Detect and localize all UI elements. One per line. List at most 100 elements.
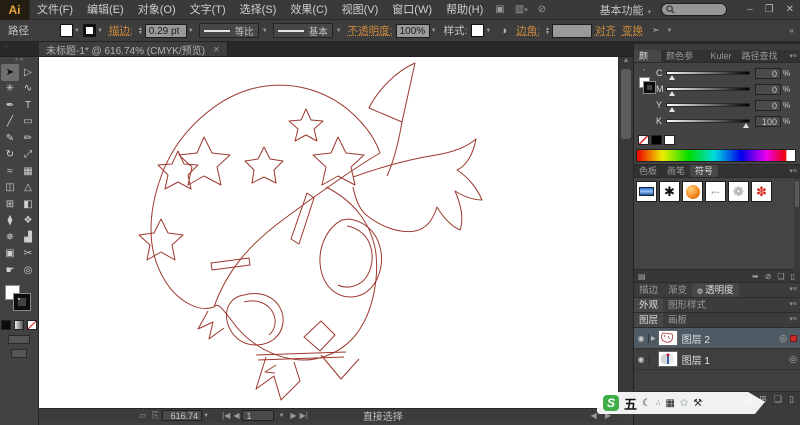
swatch-black[interactable] [651, 135, 662, 145]
tool-mesh[interactable]: ⊞ [1, 196, 19, 213]
tab-artboards[interactable]: 画板 [663, 313, 692, 327]
fill-caret-icon[interactable]: ▼ [74, 28, 80, 34]
width-profile-caret-icon[interactable]: ▼ [262, 28, 268, 34]
menu-type[interactable]: 文字(T) [183, 0, 233, 20]
slider-track[interactable] [666, 103, 750, 112]
slider-thumb[interactable] [669, 91, 675, 96]
artboard-first-icon[interactable]: |◀ [222, 411, 230, 420]
layer-name[interactable]: 图层 2 [682, 331, 710, 346]
break-link-icon[interactable]: ⊘ [765, 272, 772, 281]
layer-row-1[interactable]: ◉ ▶ 图层 1 ◎ [634, 349, 800, 370]
target-circle-icon[interactable]: ◎ [779, 333, 787, 344]
menu-file[interactable]: 文件(F) [30, 0, 80, 20]
slider-thumb[interactable] [743, 123, 749, 128]
vertical-scrollbar[interactable]: ▲ ▼ [618, 57, 633, 408]
symbol-thumb-splatter[interactable]: ✱ [659, 181, 680, 202]
tab-pathfinder[interactable]: 路径查找器 [737, 50, 790, 74]
delete-symbol-icon[interactable]: ▯ [791, 272, 795, 281]
slider-value-field[interactable]: 100 [755, 115, 781, 127]
slider-value-field[interactable]: 0 [755, 67, 781, 79]
artboard-canvas[interactable] [39, 57, 618, 408]
tab-brushes[interactable]: 画笔 [662, 165, 690, 177]
slider-value-field[interactable]: 0 [755, 99, 781, 111]
controlbar-collapse-icon[interactable]: « [790, 26, 794, 35]
tool-magic-wand[interactable]: ✳ [1, 81, 19, 98]
tool-line-segment[interactable]: ╱ [1, 114, 19, 131]
symbols-panel-menu-icon[interactable]: ▾≡ [789, 165, 800, 177]
stroke-weight-caret-icon[interactable]: ▼ [188, 28, 194, 34]
slider-thumb[interactable] [669, 107, 675, 112]
tool-paintbrush[interactable]: ✎ [1, 130, 19, 147]
tool-hand[interactable]: ☛ [1, 262, 19, 279]
minimize-button[interactable]: – [747, 4, 753, 15]
tool-gradient[interactable]: ◧ [19, 196, 37, 213]
tab-layers[interactable]: 图层 [634, 313, 664, 327]
tool-type[interactable]: T [19, 97, 37, 114]
symbol-thumb-scroll[interactable]: ⌐- [705, 181, 726, 202]
tools-panel-grip-icon[interactable]: ∗∗ [0, 57, 38, 64]
select-similar-icon[interactable]: ➣ [652, 25, 660, 36]
slider-track[interactable] [666, 119, 750, 128]
zoom-level-field[interactable]: 616.74 [162, 410, 203, 421]
color-spectrum-bar[interactable] [636, 149, 796, 162]
expand-triangle-icon[interactable]: ▶ [651, 335, 656, 342]
brush-caret-icon[interactable]: ▼ [336, 28, 342, 34]
transform-link[interactable]: 变换 [622, 23, 643, 38]
stroke-caret-icon[interactable]: ▼ [97, 28, 103, 34]
zoom-caret-icon[interactable]: ▼ [203, 413, 209, 419]
opacity-caret-icon[interactable]: ▼ [431, 28, 437, 34]
tool-rotate[interactable]: ↻ [1, 147, 19, 164]
stroke-weight-field[interactable]: 0.29 pt [144, 23, 187, 38]
opacity-field[interactable]: 100% [395, 23, 430, 38]
document-tab[interactable]: 未标题-1* @ 616.74% (CMYK/预览) ✕ [39, 42, 228, 57]
row2-menu-icon[interactable]: ▾≡ [789, 298, 800, 312]
artboard-number-field[interactable]: 1 [242, 410, 275, 421]
tab-color-guide[interactable]: 颜色参考 [661, 50, 705, 74]
opacity-panel-link[interactable]: 不透明度: [348, 23, 393, 38]
visibility-eye-icon[interactable]: ◉ [634, 333, 649, 343]
swatch-none[interactable] [638, 135, 649, 145]
tab-symbols[interactable]: 符号 [690, 165, 719, 177]
stroke-panel-link[interactable]: 描边: [109, 23, 133, 38]
vertical-scroll-thumb[interactable] [621, 69, 631, 139]
artboard-last-icon[interactable]: ▶| [300, 411, 308, 420]
arrange-documents-icon[interactable]: ▥▾ [515, 4, 528, 15]
artboard-prev-icon[interactable]: ◀ [233, 411, 239, 420]
symbol-thumb-flower[interactable]: ✽ [751, 181, 772, 202]
stroke-proxy-swatch[interactable] [13, 292, 31, 311]
menu-edit[interactable]: 编辑(E) [80, 0, 131, 20]
layer-name[interactable]: 图层 1 [682, 352, 710, 367]
tool-free-transform[interactable]: ▦ [19, 163, 37, 180]
stroke-weight-stepper[interactable]: ▲ ▼ [138, 26, 143, 35]
tab-kuler[interactable]: Kuler [705, 50, 736, 62]
none-mode-button[interactable] [27, 319, 37, 330]
tool-artboard[interactable]: ▣ [1, 246, 19, 263]
tool-slice[interactable]: ✂ [19, 246, 37, 263]
gradient-mode-button[interactable] [14, 319, 24, 330]
row1-menu-icon[interactable]: ▾≡ [789, 283, 800, 297]
status-share-icon[interactable]: ⎘ [152, 410, 159, 421]
cs-live-icon[interactable]: ⊘ [538, 4, 546, 15]
corner-field[interactable] [551, 23, 592, 38]
tool-pen[interactable]: ✒ [1, 97, 19, 114]
fill-stroke-proxy[interactable] [0, 283, 38, 317]
slider-track[interactable] [666, 71, 750, 80]
brush-definition-dropdown[interactable]: 基本 [272, 23, 333, 38]
place-symbol-icon[interactable]: ➥ [752, 272, 759, 281]
new-symbol-icon[interactable]: ❏ [777, 272, 784, 281]
recolor-artwork-icon[interactable]: ◑ [500, 25, 507, 37]
menu-help[interactable]: 帮助(H) [439, 0, 490, 20]
tool-perspective-grid[interactable]: △ [19, 180, 37, 197]
symbol-thumb-banner[interactable] [636, 181, 657, 202]
document-close-icon[interactable]: ✕ [213, 45, 220, 54]
tool-direct-selection[interactable]: ▷ [19, 64, 37, 81]
menu-select[interactable]: 选择(S) [233, 0, 284, 20]
tool-scale[interactable]: ⤢ [19, 147, 37, 164]
swatch-white[interactable] [664, 135, 675, 145]
tab-stroke[interactable]: 描边 [634, 283, 663, 297]
tab-graphic-styles[interactable]: 图形样式 [663, 298, 711, 312]
symbol-thumb-orb[interactable] [682, 181, 703, 202]
color-mode-button[interactable] [1, 319, 11, 330]
tool-width[interactable]: ≈ [1, 163, 19, 180]
tool-selection[interactable]: ➤ [1, 64, 19, 81]
